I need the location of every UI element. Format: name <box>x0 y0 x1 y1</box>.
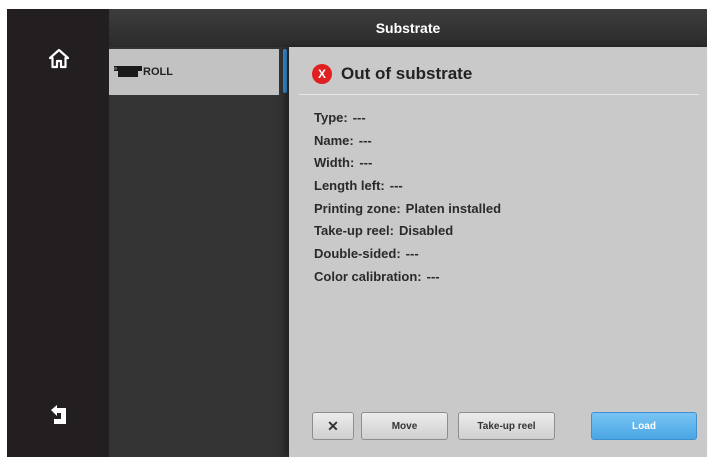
take-up-reel-button[interactable]: Take-up reel <box>458 412 555 440</box>
property-take-up-reel: Take-up reel: Disabled <box>314 223 454 239</box>
back-icon <box>51 405 66 424</box>
move-button[interactable]: Move <box>361 412 448 440</box>
property-length-left: Length left: --- <box>314 178 403 194</box>
back-button[interactable] <box>41 397 77 433</box>
home-icon <box>48 48 70 69</box>
list-item-label: ROLL <box>143 66 173 78</box>
status-header: X Out of substrate <box>312 61 472 87</box>
property-name: Name: --- <box>314 132 372 148</box>
screen: Substrate ROLL X Out of substrate Type: -… <box>7 9 707 457</box>
divider <box>299 94 699 95</box>
cut-button[interactable]: ✕ <box>312 412 354 440</box>
home-button[interactable] <box>41 41 77 77</box>
substrate-list: ROLL <box>109 47 289 457</box>
left-nav <box>7 9 109 457</box>
property-type: Type: --- <box>314 110 366 125</box>
detail-panel: X Out of substrate Type: --- Name: --- Wid… <box>289 47 707 457</box>
load-button[interactable]: Load <box>591 412 697 440</box>
property-color-calibration: Color calibration: --- <box>314 268 440 284</box>
error-icon: X <box>312 64 332 84</box>
property-printing-zone: Printing zone: Platen installed <box>314 200 502 216</box>
property-list: Type: --- Name: --- Width: --- Length left:… <box>314 110 501 292</box>
selection-scroll-indicator[interactable] <box>283 49 287 93</box>
property-width: Width: --- <box>314 155 373 171</box>
page-title: Substrate <box>375 20 441 36</box>
status-title: Out of substrate <box>341 64 473 83</box>
roll-icon <box>114 66 142 77</box>
property-double-sided: Double-sided: --- <box>314 246 419 262</box>
list-item-roll[interactable]: ROLL <box>109 49 279 95</box>
title-bar: Substrate <box>109 9 707 47</box>
